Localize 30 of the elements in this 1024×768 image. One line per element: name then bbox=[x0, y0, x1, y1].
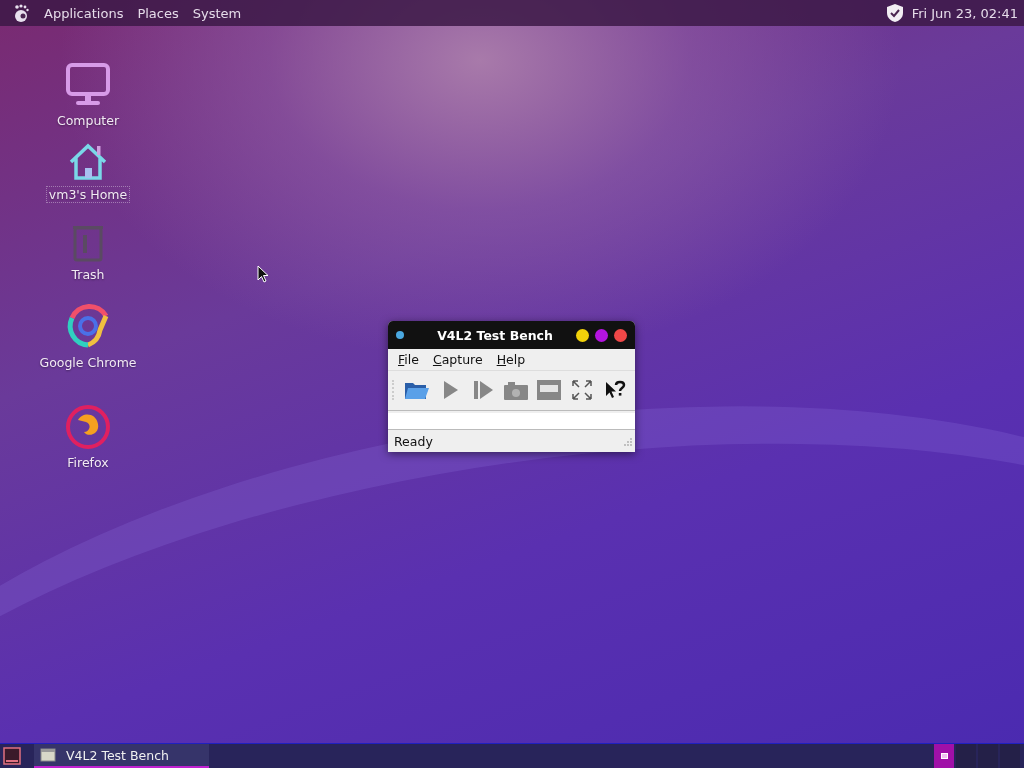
whats-this-icon[interactable] bbox=[604, 379, 626, 401]
firefox-logo-icon[interactable] bbox=[64, 402, 112, 450]
window-icon bbox=[40, 748, 56, 762]
minimize-button[interactable] bbox=[576, 328, 589, 342]
window-menu-dot[interactable] bbox=[396, 331, 404, 339]
desktop-icon-label[interactable]: Google Chrome bbox=[36, 354, 140, 371]
menu-item[interactable]: Capture bbox=[432, 352, 483, 367]
clock[interactable]: Fri Jun 23, 02:41 bbox=[911, 5, 1018, 21]
desktop-icon-label[interactable]: vm3's Home bbox=[45, 186, 131, 203]
pointer-icon bbox=[257, 265, 269, 283]
house-icon[interactable] bbox=[68, 142, 108, 182]
panel-menu[interactable]: Places bbox=[137, 3, 179, 23]
desktop-icon-label[interactable]: Trash bbox=[68, 266, 108, 283]
show-desktop-icon[interactable] bbox=[2, 746, 22, 766]
close-button[interactable] bbox=[614, 328, 627, 342]
panel-menu[interactable]: System bbox=[192, 3, 242, 23]
fullscreen-icon[interactable] bbox=[571, 379, 593, 401]
desktop-icon-label[interactable]: Firefox bbox=[64, 454, 112, 471]
panel-menu[interactable]: Applications bbox=[44, 3, 124, 23]
window-title: V4L2 Test Bench bbox=[436, 327, 554, 343]
workspace-button[interactable] bbox=[934, 744, 954, 768]
maximize-button[interactable] bbox=[595, 328, 608, 342]
shield-icon[interactable] bbox=[885, 3, 904, 23]
menu-item[interactable]: File bbox=[398, 352, 419, 367]
monitor-icon[interactable] bbox=[65, 62, 111, 108]
desktop-icon-label[interactable]: Computer bbox=[53, 112, 123, 129]
taskbar-button[interactable]: V4L2 Test Bench bbox=[34, 744, 209, 768]
menu-item[interactable]: Help bbox=[496, 352, 526, 367]
status-text: Ready bbox=[394, 434, 433, 449]
resize-grip-icon[interactable] bbox=[623, 436, 633, 447]
